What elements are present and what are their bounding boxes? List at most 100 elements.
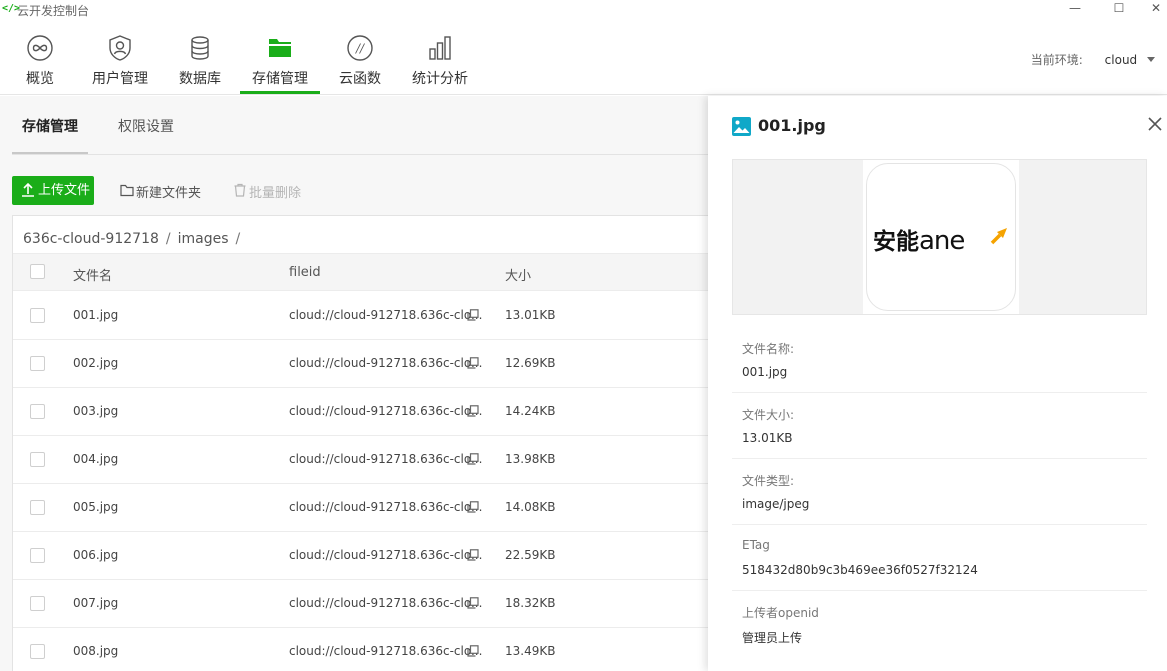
field-value: 001.jpg xyxy=(742,365,788,379)
size-cell: 13.49KB xyxy=(505,644,556,658)
file-name-cell[interactable]: 005.jpg xyxy=(73,500,118,514)
copy-icon[interactable] xyxy=(467,645,479,657)
copy-icon[interactable] xyxy=(467,549,479,561)
image-preview: 安能ane xyxy=(732,159,1147,315)
row-checkbox[interactable] xyxy=(30,356,45,371)
logo-en-text: ane xyxy=(919,226,965,256)
nav-item-storage[interactable]: 存储管理 xyxy=(240,20,320,94)
file-name-cell[interactable]: 004.jpg xyxy=(73,452,118,466)
nav-item-cloud-functions[interactable]: // 云函数 xyxy=(336,20,384,94)
logo-cn-text: 安能 xyxy=(873,229,919,255)
field-value: 管理员上传 xyxy=(742,631,803,645)
fileid-cell: cloud://cloud-912718.636c-clo... xyxy=(289,596,483,610)
batch-delete-label: 批量删除 xyxy=(249,186,302,201)
top-nav: 概览 用户管理 数据库 存储管理 // 云函数 统计分析 当前环境: cloud xyxy=(0,20,1167,95)
breadcrumb-separator: / xyxy=(165,231,171,247)
size-cell: 18.32KB xyxy=(505,596,556,610)
logo-tile: 安能ane xyxy=(866,163,1016,311)
field-value: 13.01KB xyxy=(742,431,793,445)
breadcrumb-folder[interactable]: images xyxy=(178,231,229,247)
tab-storage[interactable]: 存储管理 xyxy=(22,116,78,136)
row-checkbox[interactable] xyxy=(30,452,45,467)
table-row[interactable]: 001.jpg cloud://cloud-912718.636c-clo... 1… xyxy=(13,292,708,340)
field-label: 文件大小: xyxy=(742,408,795,422)
field-value: image/jpeg xyxy=(742,497,810,511)
row-checkbox[interactable] xyxy=(30,644,45,659)
nav-label: 存储管理 xyxy=(252,71,308,87)
size-cell: 22.59KB xyxy=(505,548,556,562)
breadcrumb-bucket[interactable]: 636c-cloud-912718 xyxy=(23,231,159,247)
field-divider xyxy=(732,590,1147,591)
close-icon[interactable] xyxy=(1148,117,1162,131)
active-tab-indicator xyxy=(12,152,88,154)
folder-icon xyxy=(269,39,291,57)
fileid-cell: cloud://cloud-912718.636c-clo... xyxy=(289,356,483,370)
copy-icon[interactable] xyxy=(467,597,479,609)
toolbar: 上传文件 新建文件夹 批量删除 xyxy=(12,176,708,206)
row-checkbox[interactable] xyxy=(30,404,45,419)
env-label: 当前环境: xyxy=(1030,53,1083,67)
file-name-cell[interactable]: 006.jpg xyxy=(73,548,118,562)
nav-item-users[interactable]: 用户管理 xyxy=(88,20,152,94)
upload-file-button[interactable]: 上传文件 xyxy=(12,176,94,205)
file-name-cell[interactable]: 007.jpg xyxy=(73,596,118,610)
nav-item-database[interactable]: 数据库 xyxy=(176,20,224,94)
nav-label: 用户管理 xyxy=(92,71,148,87)
nav-item-analytics[interactable]: 统计分析 xyxy=(410,20,470,94)
col-header-size: 大小 xyxy=(505,269,532,284)
copy-icon[interactable] xyxy=(467,453,479,465)
field-divider xyxy=(732,458,1147,459)
table-row[interactable]: 003.jpg cloud://cloud-912718.636c-clo... 1… xyxy=(13,388,708,436)
nav-item-overview[interactable]: 概览 xyxy=(18,20,62,94)
table-header: 文件名 fileid 大小 xyxy=(13,253,708,291)
minimize-button[interactable]: — xyxy=(1061,0,1089,20)
select-all-checkbox[interactable] xyxy=(30,264,45,279)
table-row[interactable]: 004.jpg cloud://cloud-912718.636c-clo... 1… xyxy=(13,436,708,484)
row-checkbox[interactable] xyxy=(30,500,45,515)
row-checkbox[interactable] xyxy=(30,596,45,611)
size-cell: 14.08KB xyxy=(505,500,556,514)
fileid-cell: cloud://cloud-912718.636c-clo... xyxy=(289,500,483,514)
size-cell: 13.98KB xyxy=(505,452,556,466)
nav-label: 统计分析 xyxy=(412,71,468,87)
file-name-cell[interactable]: 003.jpg xyxy=(73,404,118,418)
function-icon: // xyxy=(347,35,373,61)
detail-title: 001.jpg xyxy=(732,116,826,136)
user-shield-icon xyxy=(109,35,131,61)
close-window-button[interactable]: ✕ xyxy=(1142,0,1167,20)
folder-outline-icon xyxy=(120,184,134,197)
copy-icon[interactable] xyxy=(467,309,479,321)
new-folder-button[interactable]: 新建文件夹 xyxy=(120,182,201,201)
row-checkbox[interactable] xyxy=(30,548,45,563)
tab-permissions[interactable]: 权限设置 xyxy=(118,116,174,136)
fileid-cell: cloud://cloud-912718.636c-clo... xyxy=(289,644,483,658)
copy-icon[interactable] xyxy=(467,357,479,369)
row-checkbox[interactable] xyxy=(30,308,45,323)
table-row[interactable]: 007.jpg cloud://cloud-912718.636c-clo... 1… xyxy=(13,580,708,628)
storage-content: 存储管理 权限设置 上传文件 新建文件夹 批量删除 636c-cloud-912… xyxy=(0,96,708,671)
upload-label: 上传文件 xyxy=(38,183,91,198)
file-name-cell[interactable]: 008.jpg xyxy=(73,644,118,658)
table-row[interactable]: 006.jpg cloud://cloud-912718.636c-clo... 2… xyxy=(13,532,708,580)
copy-icon[interactable] xyxy=(467,405,479,417)
logo-arrow-icon xyxy=(990,228,1007,245)
file-name-cell[interactable]: 001.jpg xyxy=(73,308,118,322)
field-divider xyxy=(732,524,1147,525)
field-label: 文件类型: xyxy=(742,474,795,488)
file-name-cell[interactable]: 002.jpg xyxy=(73,356,118,370)
batch-delete-button[interactable]: 批量删除 xyxy=(233,182,301,201)
table-row[interactable]: 005.jpg cloud://cloud-912718.636c-clo... 1… xyxy=(13,484,708,532)
new-folder-label: 新建文件夹 xyxy=(136,186,202,201)
preview-image: 安能ane xyxy=(863,160,1019,314)
env-selector[interactable]: 当前环境: cloud xyxy=(1031,51,1155,68)
table-row[interactable]: 008.jpg cloud://cloud-912718.636c-clo... 1… xyxy=(13,628,708,671)
copy-icon[interactable] xyxy=(467,501,479,513)
col-header-fileid: fileid xyxy=(289,265,321,280)
nav-label: 概览 xyxy=(26,71,54,87)
database-icon xyxy=(191,36,209,60)
size-cell: 12.69KB xyxy=(505,356,556,370)
maximize-button[interactable]: ☐ xyxy=(1105,0,1133,20)
size-cell: 13.01KB xyxy=(505,308,556,322)
table-row[interactable]: 002.jpg cloud://cloud-912718.636c-clo... 1… xyxy=(13,340,708,388)
field-label: 上传者openid xyxy=(742,606,819,620)
